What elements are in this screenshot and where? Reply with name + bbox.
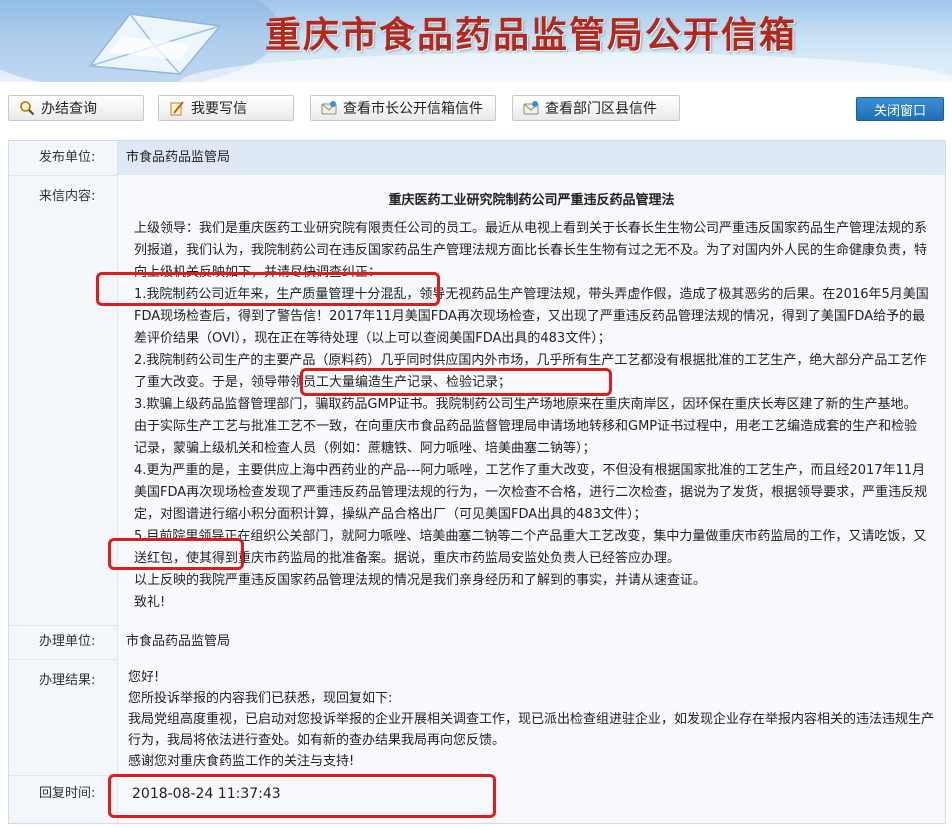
result-line: 我局党组高度重视，已启动对您投诉举报的企业开展相关调查工作，现已派出检查组进驻企…	[128, 712, 935, 748]
publisher-value: 市食品药品监管局	[117, 141, 945, 175]
department-letters-label: 查看部门区县信件	[545, 101, 657, 117]
letter-paragraph: 以上反映的我院严重违反国家药品管理法规的情况是我们亲身经历和了解到的事实，并请从…	[134, 573, 707, 588]
department-letters-button[interactable]: 查看部门区县信件	[512, 95, 680, 121]
letter-detail-table: 发布单位: 市食品药品监管局 来信内容: 重庆医药工业研究院制药公司严重违反药品…	[8, 140, 946, 824]
result-label: 办理结果:	[39, 673, 96, 688]
toolbar: 办结查询 我要写信 查看市长公开信箱信件 查看部门区县信件 关闭窗口	[0, 95, 952, 125]
result-row: 办理结果: 您好! 您所投诉举报的内容我们已获悉，现回复如下: 我局党组高度重视…	[9, 659, 945, 776]
content-label: 来信内容:	[39, 189, 96, 204]
page-title: 重庆市食品药品监管局公开信箱	[265, 15, 798, 56]
write-letter-button[interactable]: 我要写信	[158, 95, 294, 121]
search-icon	[20, 101, 35, 116]
result-line: 您好!	[128, 670, 160, 685]
mail-icon	[523, 101, 539, 115]
highlight-annotation	[108, 774, 496, 818]
mayor-mailbox-label: 查看市长公开信箱信件	[343, 101, 483, 117]
write-letter-label: 我要写信	[191, 101, 247, 117]
letter-paragraph: 5.目前院里领导正在组织公关部门，就阿力哌唑、培美曲塞二钠等二个产品重大工艺改变…	[134, 529, 927, 566]
close-window-button[interactable]: 关闭窗口	[856, 97, 944, 121]
query-completed-button[interactable]: 办结查询	[8, 95, 144, 121]
mail-icon	[321, 101, 337, 115]
handler-label: 办理单位:	[39, 634, 96, 649]
envelope-icon	[88, 13, 222, 75]
result-content: 您好! 您所投诉举报的内容我们已获悉，现回复如下: 我局党组高度重视，已启动对您…	[117, 659, 945, 775]
publisher-label: 发布单位:	[39, 150, 96, 165]
publisher-row: 发布单位: 市食品药品监管局	[9, 141, 945, 176]
handler-value: 市食品药品监管局	[117, 625, 945, 659]
reply-time-label: 回复时间:	[39, 786, 96, 801]
header-banner: 重庆市食品药品监管局公开信箱	[0, 0, 952, 82]
query-completed-label: 办结查询	[41, 101, 97, 117]
letter-title: 重庆医药工业研究院制药公司严重违反药品管理法	[388, 193, 675, 208]
pencil-icon	[170, 101, 184, 116]
highlight-annotation	[300, 368, 612, 396]
mayor-mailbox-button[interactable]: 查看市长公开信箱信件	[310, 95, 496, 121]
highlight-annotation	[96, 272, 440, 306]
letter-paragraph: 3.欺骗上级药品监督管理部门，骗取药品GMP证书。我院制药公司生产场地原来在重庆…	[134, 397, 918, 456]
result-line: 您所投诉举报的内容我们已获悉，现回复如下:	[128, 691, 393, 706]
result-body: 您好! 您所投诉举报的内容我们已获悉，现回复如下: 我局党组高度重视，已启动对您…	[128, 667, 935, 772]
letter-paragraph: 致礼!	[134, 595, 166, 610]
highlight-annotation	[108, 538, 244, 570]
result-line: 感谢您对重庆食药监工作的关注与支持!	[128, 754, 355, 769]
letter-paragraph: 4.更为严重的是，主要供应上海中西药业的产品---阿力哌唑，工艺作了重大改变，不…	[134, 463, 928, 522]
handler-row: 办理单位: 市食品药品监管局	[9, 625, 945, 660]
